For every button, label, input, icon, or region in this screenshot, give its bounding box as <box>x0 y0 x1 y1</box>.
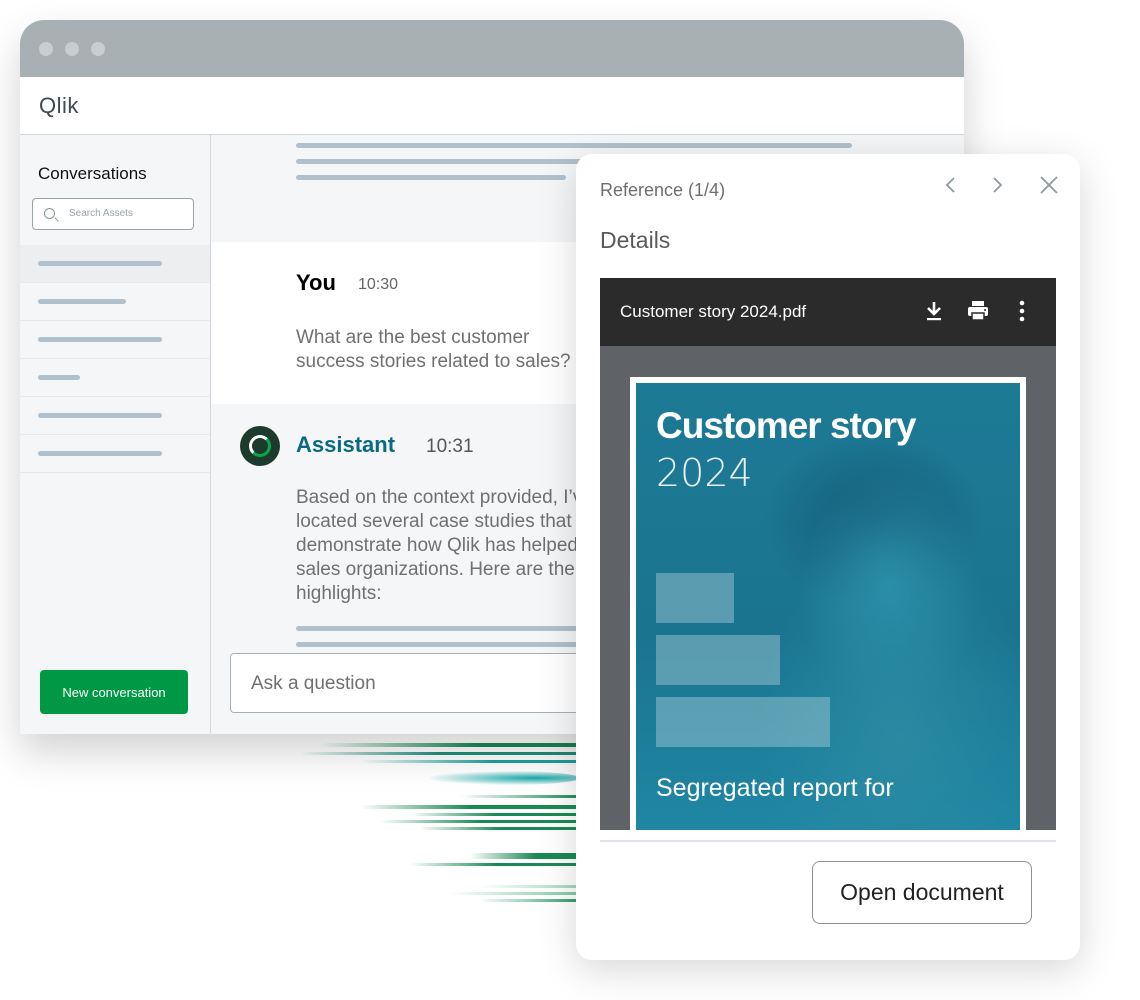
user-message-text: What are the best customer success stori… <box>296 327 571 372</box>
window-dot-close[interactable] <box>39 42 53 56</box>
window-titlebar <box>20 20 964 77</box>
search-icon <box>44 208 55 219</box>
assistant-timestamp: 10:31 <box>426 436 474 457</box>
pdf-toolbar: Customer story 2024.pdf <box>600 278 1056 346</box>
divider <box>600 840 1056 842</box>
conversation-item[interactable] <box>20 435 210 473</box>
assistant-name: Assistant <box>296 432 396 457</box>
assistant-message-text: Based on the context provided, I’ve loca… <box>296 487 593 604</box>
user-name: You <box>296 270 336 295</box>
cover-subtitle: Segregated report for <box>656 774 894 802</box>
qlik-logo[interactable]: Qlik <box>39 93 79 119</box>
more-vertical-icon <box>1019 300 1025 322</box>
cover-year: 2024 <box>656 451 753 495</box>
conversation-item[interactable] <box>20 359 210 397</box>
ask-placeholder: Ask a question <box>251 673 376 694</box>
pdf-file-name: Customer story 2024.pdf <box>620 302 807 321</box>
conversation-item[interactable] <box>20 397 210 435</box>
conversations-sidebar: Conversations Search Assets New conversa… <box>20 135 211 734</box>
search-placeholder: Search Assets <box>69 208 133 219</box>
decorative-streaks <box>280 735 600 915</box>
conversation-placeholder <box>38 375 80 380</box>
app-header: Qlik <box>20 77 964 135</box>
print-icon <box>968 301 988 321</box>
close-icon <box>1040 176 1058 194</box>
conversation-item[interactable] <box>20 245 210 283</box>
conversation-item[interactable] <box>20 283 210 321</box>
text-placeholder <box>296 143 852 148</box>
window-dot-minimize[interactable] <box>65 42 79 56</box>
chevron-right-icon <box>993 177 1003 193</box>
download-button[interactable] <box>921 298 947 324</box>
details-heading: Details <box>600 227 671 253</box>
download-icon <box>927 302 941 321</box>
pdf-viewer: Customer story 2024.pdf Customer story 2… <box>600 278 1056 830</box>
cover-title: Customer story <box>656 405 916 446</box>
search-input[interactable]: Search Assets <box>32 198 194 230</box>
assistant-avatar <box>240 426 280 466</box>
text-placeholder <box>296 626 596 631</box>
text-placeholder <box>296 175 566 180</box>
print-button[interactable] <box>965 298 991 324</box>
previous-reference-button[interactable] <box>942 174 960 202</box>
next-reference-button[interactable] <box>988 174 1006 202</box>
conversation-list <box>20 245 210 473</box>
document-cover: Customer story 2024 Segregated report fo… <box>636 383 1020 830</box>
conversation-placeholder <box>38 451 162 456</box>
pdf-page: Customer story 2024 Segregated report fo… <box>630 377 1026 830</box>
text-placeholder <box>296 642 596 647</box>
sidebar-title: Conversations <box>38 164 147 183</box>
cover-redaction-block <box>656 697 830 747</box>
user-timestamp: 10:30 <box>358 276 399 293</box>
conversation-placeholder <box>38 413 162 418</box>
reference-title: Reference (1/4) <box>600 180 726 200</box>
new-conversation-button[interactable]: New conversation <box>40 670 188 714</box>
more-options-button[interactable] <box>1009 298 1035 324</box>
chevron-left-icon <box>945 177 955 193</box>
close-button[interactable] <box>1038 174 1060 202</box>
conversation-placeholder <box>38 299 126 304</box>
conversation-placeholder <box>38 337 162 342</box>
conversation-item[interactable] <box>20 321 210 359</box>
open-document-button[interactable]: Open document <box>812 861 1032 924</box>
cover-redaction-block <box>656 573 734 623</box>
conversation-placeholder <box>38 261 162 266</box>
cover-redaction-block <box>656 635 780 685</box>
qlik-q-icon <box>249 435 271 457</box>
window-dot-maximize[interactable] <box>91 42 105 56</box>
reference-panel: Reference (1/4) Details Customer story 2… <box>576 154 1080 960</box>
